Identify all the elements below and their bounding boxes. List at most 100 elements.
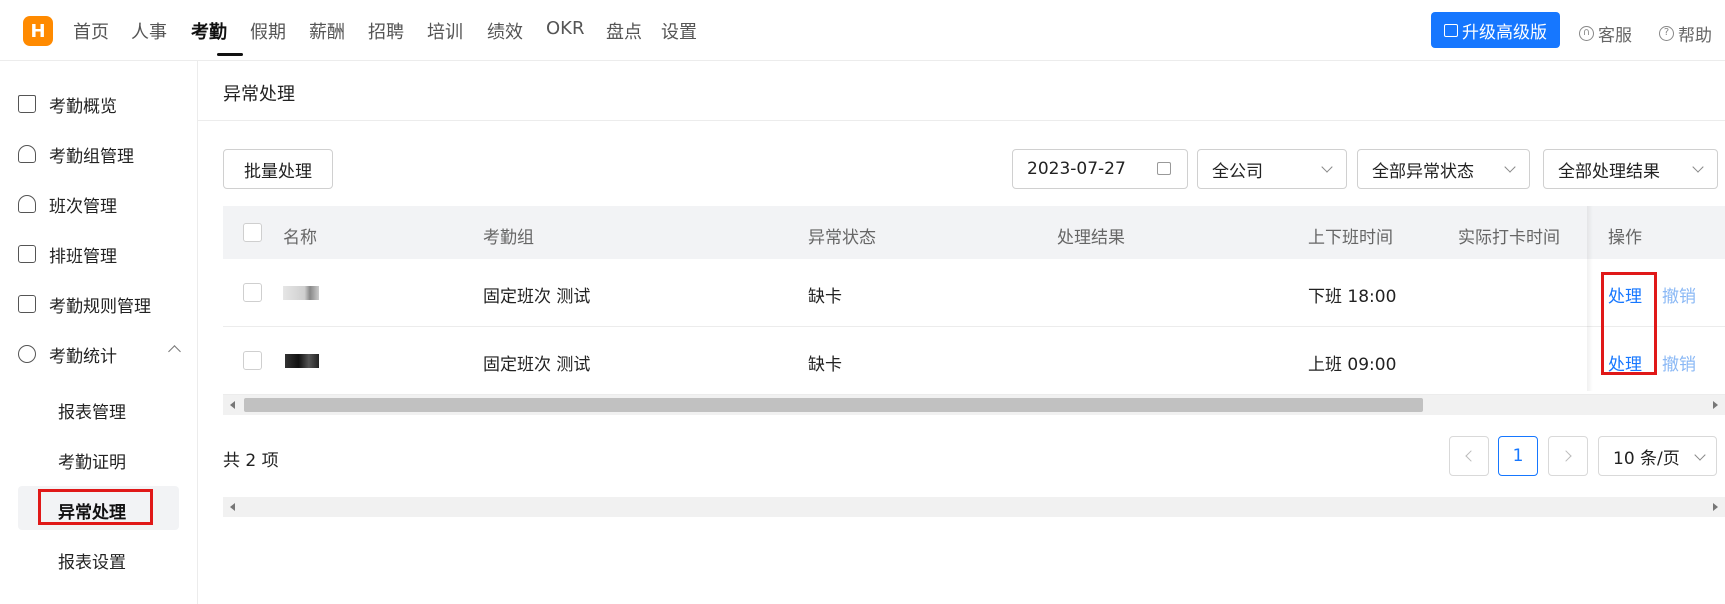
status-cell: 缺卡	[808, 355, 842, 375]
page-title: 异常处理	[223, 84, 295, 105]
company-select[interactable]: 全公司	[1197, 149, 1347, 189]
row-checkbox[interactable]	[243, 283, 262, 302]
date-picker[interactable]: 2023-07-27	[1012, 149, 1188, 189]
chevron-down-icon	[1694, 449, 1706, 461]
sidebar-item-label: 班次管理	[49, 196, 117, 217]
nav-active-indicator	[217, 53, 243, 56]
nav-item-leave[interactable]: 假期	[250, 18, 286, 44]
sidebar-item-label: 考勤规则管理	[49, 296, 151, 317]
sidebar-item-group[interactable]: 考勤组管理	[18, 134, 182, 174]
status-cell: 缺卡	[808, 287, 842, 307]
customer-service-label: 客服	[1598, 26, 1632, 46]
scroll-left-icon[interactable]	[230, 401, 235, 409]
sidebar-subitem-proof[interactable]: 考勤证明	[58, 448, 126, 473]
nav-item-inventory[interactable]: 盘点	[606, 18, 642, 44]
status-value: 全部异常状态	[1372, 161, 1474, 182]
nav-item-salary[interactable]: 薪酬	[309, 18, 345, 44]
page-size-value: 10 条/页	[1613, 448, 1680, 469]
group-cell: 固定班次 测试	[483, 287, 591, 307]
scroll-right-icon[interactable]	[1713, 503, 1718, 511]
nav-item-home[interactable]: 首页	[73, 18, 109, 44]
scroll-left-icon[interactable]	[230, 503, 235, 511]
table-row: 固定班次 测试 缺卡 上班 09:00 处理 撤销	[223, 327, 1725, 395]
app-logo[interactable]: H	[23, 16, 53, 46]
calendar-icon	[1157, 162, 1171, 175]
status-select[interactable]: 全部异常状态	[1357, 149, 1530, 189]
employee-name-blurred	[283, 286, 319, 300]
prev-page-button[interactable]	[1449, 436, 1489, 476]
date-value: 2023-07-27	[1027, 159, 1126, 179]
sidebar-item-statistics[interactable]: 考勤统计	[18, 334, 182, 374]
page-size-select[interactable]: 10 条/页	[1598, 436, 1717, 476]
column-header-actions: 操作	[1608, 228, 1642, 248]
sidebar-item-label: 考勤组管理	[49, 146, 134, 167]
select-all-checkbox[interactable]	[243, 223, 262, 242]
group-cell: 固定班次 测试	[483, 355, 591, 375]
chevron-down-icon	[1692, 161, 1704, 173]
nav-item-performance[interactable]: 绩效	[487, 18, 523, 44]
sidebar-item-shift[interactable]: 班次管理	[18, 184, 182, 224]
pie-chart-icon	[18, 345, 36, 363]
chevron-down-icon	[1504, 161, 1516, 173]
column-header-group[interactable]: 考勤组	[483, 223, 534, 248]
customer-service-link[interactable]: ∩ 客服	[1579, 21, 1632, 46]
nav-item-hr[interactable]: 人事	[131, 18, 167, 44]
highlight-box-actions	[1601, 272, 1657, 375]
divider	[198, 120, 1725, 121]
column-header-status[interactable]: 异常状态	[808, 223, 876, 248]
scrollbar-thumb[interactable]	[244, 398, 1423, 412]
question-icon: ?	[1659, 26, 1674, 41]
table-row: 固定班次 测试 缺卡 下班 18:00 处理 撤销	[223, 259, 1725, 327]
company-value: 全公司	[1212, 161, 1263, 182]
nav-item-training[interactable]: 培训	[427, 18, 463, 44]
chevron-right-icon	[1560, 450, 1572, 462]
fixed-column-shadow	[1587, 206, 1593, 391]
table-header: 名称 考勤组 异常状态 处理结果 上下班时间 实际打卡时间 操作	[223, 206, 1725, 259]
sidebar-item-label: 排班管理	[49, 246, 117, 267]
home-icon	[18, 95, 36, 113]
chevron-left-icon	[1465, 450, 1477, 462]
total-count: 共 2 项	[223, 451, 279, 471]
page-horizontal-scrollbar[interactable]	[223, 497, 1725, 517]
scroll-right-icon[interactable]	[1713, 401, 1718, 409]
sidebar-item-label: 考勤统计	[49, 346, 117, 367]
column-header-name[interactable]: 名称	[283, 223, 317, 248]
upgrade-label: 升级高级版	[1462, 22, 1547, 43]
highlight-box-sidebar	[38, 489, 153, 525]
nav-item-settings[interactable]: 设置	[661, 18, 697, 44]
shift-time-cell: 下班 18:00	[1308, 287, 1397, 307]
result-select[interactable]: 全部处理结果	[1543, 149, 1718, 189]
sidebar-item-rules[interactable]: 考勤规则管理	[18, 284, 182, 324]
headset-icon: ∩	[1579, 26, 1594, 41]
chevron-down-icon	[1321, 161, 1333, 173]
sidebar-item-label: 考勤概览	[49, 96, 117, 117]
result-value: 全部处理结果	[1558, 161, 1660, 182]
sidebar-subitem-report-settings[interactable]: 报表设置	[58, 548, 126, 573]
next-page-button[interactable]	[1548, 436, 1588, 476]
batch-process-button[interactable]: 批量处理	[223, 149, 333, 189]
column-header-actual-time[interactable]: 实际打卡时间	[1458, 223, 1560, 248]
column-header-result[interactable]: 处理结果	[1057, 223, 1125, 248]
employee-name-blurred	[285, 354, 319, 368]
top-nav: H 首页 人事 考勤 假期 薪酬 招聘 培训 绩效 OKR 盘点 设置 升级高级…	[0, 0, 1725, 61]
page-button-current[interactable]: 1	[1498, 436, 1538, 476]
row-checkbox[interactable]	[243, 351, 262, 370]
shift-time-cell: 上班 09:00	[1308, 355, 1397, 375]
calendar-icon	[18, 245, 36, 263]
gift-icon	[1444, 23, 1458, 37]
revoke-link[interactable]: 撤销	[1662, 350, 1696, 375]
rules-icon	[18, 295, 36, 313]
nav-item-okr[interactable]: OKR	[546, 18, 584, 39]
user-group-icon	[18, 145, 36, 163]
help-label: 帮助	[1678, 26, 1712, 46]
nav-item-recruit[interactable]: 招聘	[368, 18, 404, 44]
sidebar-subitem-reports[interactable]: 报表管理	[58, 398, 126, 423]
table-horizontal-scrollbar[interactable]	[223, 395, 1725, 415]
revoke-link[interactable]: 撤销	[1662, 282, 1696, 307]
sidebar-item-schedule[interactable]: 排班管理	[18, 234, 182, 274]
upgrade-button[interactable]: 升级高级版	[1431, 12, 1560, 48]
sidebar-item-overview[interactable]: 考勤概览	[18, 84, 182, 124]
column-header-shift-time[interactable]: 上下班时间	[1308, 223, 1393, 248]
help-link[interactable]: ? 帮助	[1659, 21, 1712, 46]
nav-item-attendance[interactable]: 考勤	[191, 18, 227, 44]
